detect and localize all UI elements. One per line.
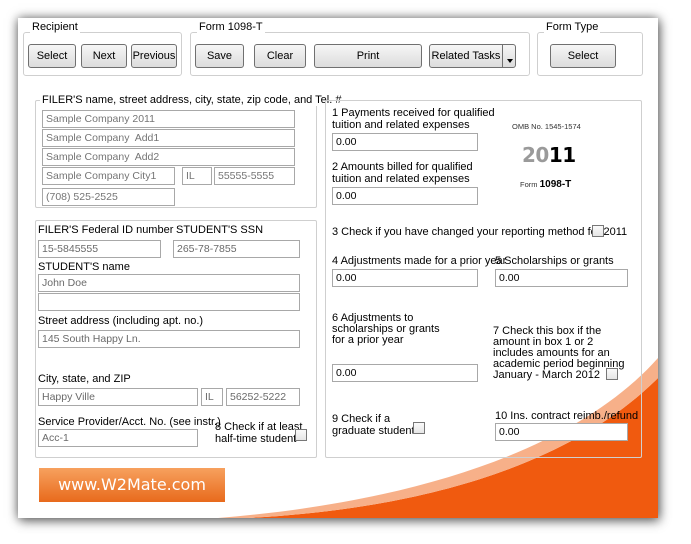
filer-city-input[interactable] — [42, 167, 175, 185]
box6-label-line3: for a prior year — [332, 334, 404, 346]
student-name2-input[interactable] — [38, 293, 300, 311]
print-button[interactable]: Print — [314, 44, 422, 68]
filer-name-input[interactable] — [42, 110, 295, 128]
form-name-bold: 1098-T — [539, 179, 572, 190]
box1-label-line2: tuition and related expenses — [332, 119, 470, 131]
box1-input[interactable] — [332, 133, 478, 151]
recipient-group-title: Recipient — [30, 21, 80, 33]
box2-label-line2: tuition and related expenses — [332, 173, 470, 185]
omb-number: OMB No. 1545-1574 — [512, 122, 581, 131]
student-name-label: STUDENT'S name — [38, 261, 130, 273]
student-city-input[interactable] — [38, 388, 198, 406]
form-group-title: Form 1098-T — [197, 21, 265, 33]
federal-id-label: FILER'S Federal ID number — [38, 224, 174, 236]
federal-id-input[interactable] — [38, 240, 161, 258]
street-label: Street address (including apt. no.) — [38, 315, 204, 327]
tax-year: 2011 — [522, 143, 576, 167]
form-type-group-title: Form Type — [544, 21, 601, 33]
box6-input[interactable] — [332, 364, 478, 382]
box8-label-line1: 8 Check if at least — [215, 421, 303, 433]
tax-year-suffix: 11 — [548, 143, 576, 167]
box10-label: 10 Ins. contract reimb./refund — [495, 410, 639, 422]
form-name-prefix: Form — [520, 180, 540, 189]
box7-checkbox[interactable] — [606, 368, 618, 380]
account-input[interactable] — [38, 429, 198, 447]
student-name-input[interactable] — [38, 274, 300, 292]
app-window: Recipient Select Next Previous Form 1098… — [18, 18, 658, 518]
city-state-zip-label: City, state, and ZIP — [38, 373, 131, 385]
next-button[interactable]: Next — [81, 44, 127, 68]
box3-label: 3 Check if you have changed your reporti… — [332, 226, 628, 238]
box3-checkbox[interactable] — [592, 225, 604, 237]
box5-label: 5 Scholarships or grants — [495, 255, 614, 267]
student-zip-input[interactable] — [226, 388, 300, 406]
box1-label-line1: 1 Payments received for qualified — [332, 107, 495, 119]
filer-state-input[interactable] — [182, 167, 212, 185]
filer-address1-input[interactable] — [42, 129, 295, 147]
form-name: Form 1098-T — [520, 179, 571, 190]
chevron-down-icon — [507, 59, 513, 63]
box10-input[interactable] — [495, 423, 628, 441]
w2mate-banner[interactable]: www.W2Mate.com — [39, 468, 225, 502]
box9-label-line2: graduate student — [332, 425, 415, 437]
box8-checkbox[interactable] — [295, 429, 307, 441]
box4-input[interactable] — [332, 269, 478, 287]
box9-checkbox[interactable] — [413, 422, 425, 434]
form-type-select-button[interactable]: Select — [550, 44, 616, 68]
box5-input[interactable] — [495, 269, 628, 287]
related-tasks-button[interactable]: Related Tasks — [429, 44, 503, 68]
tax-year-prefix: 20 — [522, 143, 549, 167]
ssn-label: STUDENT'S SSN — [176, 224, 264, 236]
filer-address2-input[interactable] — [42, 148, 295, 166]
clear-button[interactable]: Clear — [254, 44, 306, 68]
ssn-input[interactable] — [173, 240, 300, 258]
box4-label: 4 Adjustments made for a prior year — [332, 255, 507, 267]
filer-phone-input[interactable] — [42, 188, 175, 206]
select-recipient-button[interactable]: Select — [28, 44, 76, 68]
filer-header: FILER'S name, street address, city, stat… — [40, 94, 344, 106]
previous-button[interactable]: Previous — [131, 44, 177, 68]
box2-label-line1: 2 Amounts billed for qualified — [332, 161, 473, 173]
student-state-input[interactable] — [201, 388, 223, 406]
related-tasks-dropdown[interactable] — [502, 44, 516, 68]
filer-zip-input[interactable] — [214, 167, 295, 185]
save-button[interactable]: Save — [195, 44, 244, 68]
box8-label-line2: half-time student — [215, 433, 297, 445]
box7-label-line5: January - March 2012 — [493, 369, 600, 381]
street-input[interactable] — [38, 330, 300, 348]
account-label: Service Provider/Acct. No. (see instr.) — [38, 416, 221, 428]
box2-input[interactable] — [332, 187, 478, 205]
box9-label-line1: 9 Check if a — [332, 413, 391, 425]
